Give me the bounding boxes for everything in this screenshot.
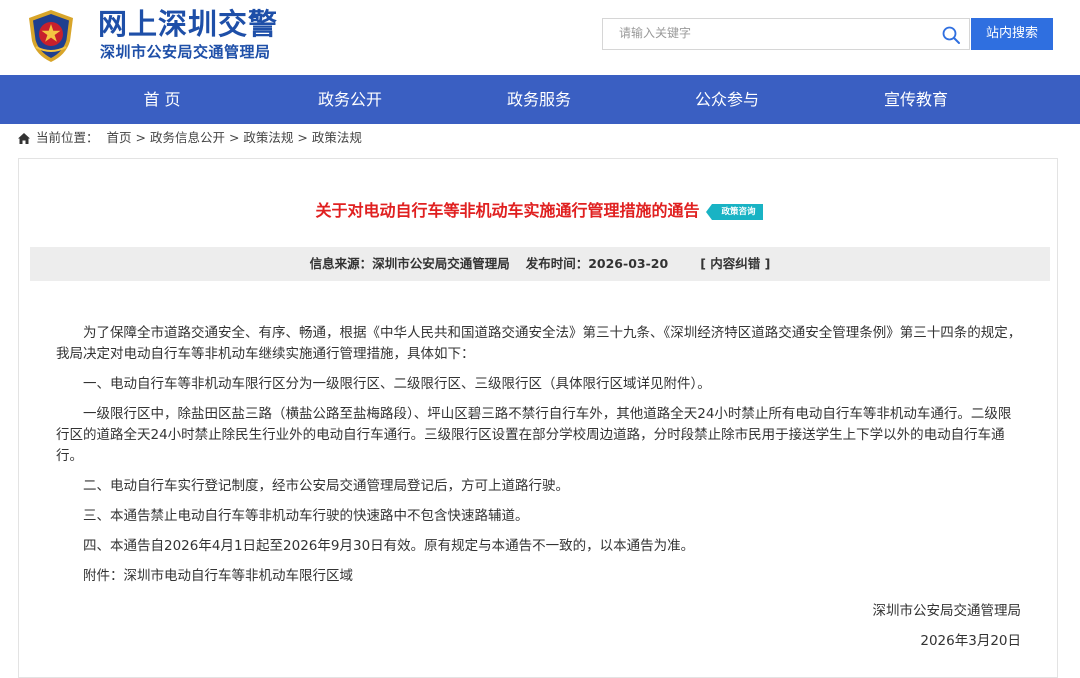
article-body: 为了保障全市道路交通安全、有序、畅通，根据《中华人民共和国道路交通安全法》第三十… — [56, 323, 1024, 587]
article-info-bar: 信息来源：深圳市公安局交通管理局 发布时间：2026-03-20 [ 内容纠错 ] — [30, 247, 1050, 281]
publish-time-value: 2026-03-20 — [588, 256, 669, 271]
breadcrumb: 当前位置： 首页 > 政务信息公开 > 政策法规 > 政策法规 — [18, 129, 362, 147]
article-paragraph: 为了保障全市道路交通安全、有序、畅通，根据《中华人民共和国道路交通安全法》第三十… — [56, 325, 1022, 362]
breadcrumb-policy[interactable]: 政策法规 — [243, 130, 293, 145]
nav-item-publicity-education[interactable]: 宣传教育 — [836, 75, 996, 124]
article-paragraph: 一级限行区中，除盐田区盐三路（横盐公路至盐梅路段）、坪山区碧三路不禁行自行车外，… — [56, 406, 1012, 464]
main-nav: 首 页 政务公开 政务服务 公众参与 宣传教育 — [0, 75, 1080, 124]
nav-item-government-services[interactable]: 政务服务 — [459, 75, 619, 124]
site-subtitle: 深圳市公安局交通管理局 — [100, 43, 271, 61]
nav-item-government-affairs[interactable]: 政务公开 — [270, 75, 430, 124]
breadcrumb-separator: > — [228, 130, 240, 145]
article-signature: 深圳市公安局交通管理局 — [872, 603, 1022, 619]
source-label: 信息来源： — [309, 256, 373, 271]
nav-item-public-participation[interactable]: 公众参与 — [647, 75, 807, 124]
content-correction-link[interactable]: [ 内容纠错 ] — [700, 256, 770, 271]
article-date: 2026年3月20日 — [920, 633, 1021, 649]
article-panel: 关于对电动自行车等非机动车实施通行管理措施的通告 政策咨询 信息来源：深圳市公安局… — [18, 158, 1058, 678]
breadcrumb-policy-current[interactable]: 政策法规 — [312, 130, 362, 145]
breadcrumb-separator: > — [135, 130, 146, 145]
source-value: 深圳市公安局交通管理局 — [372, 256, 510, 271]
police-emblem-icon[interactable] — [26, 9, 76, 63]
article-paragraph: 四、本通告自2026年4月1日起至2026年9月30日有效。原有规定与本通告不一… — [83, 538, 695, 554]
publish-time-label: 发布时间： — [525, 256, 589, 271]
breadcrumb-home[interactable]: 首页 — [106, 130, 131, 145]
site-header: 网上深圳交警 深圳市公安局交通管理局 站内搜索 — [0, 0, 1080, 75]
home-icon — [18, 131, 30, 149]
nav-item-home[interactable]: 首 页 — [82, 75, 242, 124]
article-title-row: 关于对电动自行车等非机动车实施通行管理措施的通告 政策咨询 — [19, 197, 1059, 221]
search-icon[interactable] — [941, 25, 961, 45]
article-attachment[interactable]: 附件：深圳市电动自行车等非机动车限行区域 — [56, 566, 1024, 587]
article-paragraph: 一、电动自行车等非机动车限行区分为一级限行区、二级限行区、三级限行区（具体限行区… — [83, 376, 711, 392]
article-paragraph: 三、本通告禁止电动自行车等非机动车行驶的快速路中不包含快速路辅道。 — [83, 508, 529, 524]
site-search-button[interactable]: 站内搜索 — [971, 18, 1053, 50]
article-paragraph: 二、电动自行车实行登记制度，经市公安局交通管理局登记后，方可上道路行驶。 — [83, 478, 569, 494]
site-title[interactable]: 网上深圳交警 — [98, 6, 278, 42]
breadcrumb-separator: > — [297, 130, 308, 145]
search-box — [602, 18, 970, 50]
policy-consult-tag[interactable]: 政策咨询 — [705, 204, 763, 220]
search-input[interactable] — [619, 26, 919, 40]
breadcrumb-prefix: 当前位置： — [36, 130, 99, 145]
breadcrumb-gov-info[interactable]: 政务信息公开 — [150, 130, 225, 145]
article-title: 关于对电动自行车等非机动车实施通行管理措施的通告 — [315, 201, 700, 220]
